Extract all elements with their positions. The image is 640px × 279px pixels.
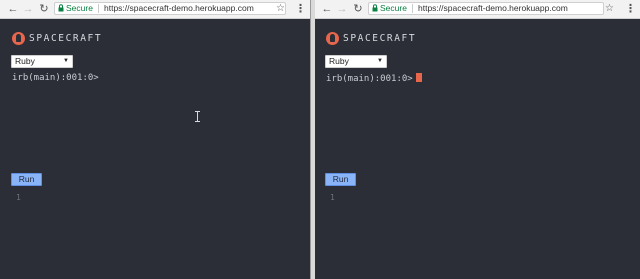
language-select[interactable]: Ruby ▼ [325, 55, 387, 68]
run-button[interactable]: Run [325, 173, 356, 186]
text-cursor-icon [195, 111, 200, 122]
reload-icon[interactable]: ↻ [37, 2, 51, 16]
output-line-number: 1 [330, 193, 335, 202]
brand-name: SPACECRAFT [29, 33, 103, 44]
forward-arrow-icon[interactable]: → [21, 2, 35, 16]
omnibox-separator [98, 4, 99, 13]
forward-arrow-icon[interactable]: → [335, 2, 349, 16]
browser-window-left: ← → ↻ Secure https://spacecraft-demo.her… [0, 0, 311, 279]
run-button[interactable]: Run [11, 173, 42, 186]
chevron-down-icon: ▼ [63, 58, 69, 64]
chevron-down-icon: ▼ [377, 58, 383, 64]
address-bar[interactable]: Secure https://spacecraft-demo.herokuapp… [54, 2, 286, 15]
output-line-number: 1 [16, 193, 21, 202]
brand-name: SPACECRAFT [343, 33, 417, 44]
back-arrow-icon[interactable]: ← [320, 2, 334, 16]
lock-icon [58, 4, 64, 12]
browser-toolbar: ← → ↻ Secure https://spacecraft-demo.her… [315, 0, 640, 19]
lock-icon [372, 4, 378, 12]
star-icon[interactable]: ☆ [605, 2, 614, 16]
reload-icon[interactable]: ↻ [351, 2, 365, 16]
back-arrow-icon[interactable]: ← [6, 2, 20, 16]
repl-prompt[interactable]: irb(main):001:0> [12, 73, 99, 83]
language-select[interactable]: Ruby ▼ [11, 55, 73, 68]
url-text: https://spacecraft-demo.herokuapp.com [104, 3, 254, 13]
address-bar[interactable]: Secure https://spacecraft-demo.herokuapp… [368, 2, 604, 15]
rocket-icon [326, 32, 339, 45]
prompt-text: irb(main):001:0> [12, 73, 99, 83]
star-icon[interactable]: ☆ [276, 2, 285, 16]
browser-window-right: ← → ↻ Secure https://spacecraft-demo.her… [315, 0, 640, 279]
browser-toolbar: ← → ↻ Secure https://spacecraft-demo.her… [0, 0, 310, 19]
kebab-menu-icon[interactable]: ⋮ [625, 2, 636, 16]
secure-label: Secure [66, 3, 93, 13]
url-text: https://spacecraft-demo.herokuapp.com [418, 3, 568, 13]
language-select-value: Ruby [15, 56, 35, 66]
rocket-icon [12, 32, 25, 45]
secure-label: Secure [380, 3, 407, 13]
kebab-menu-icon[interactable]: ⋮ [295, 2, 306, 16]
block-cursor [415, 73, 422, 82]
omnibox-separator [412, 4, 413, 13]
repl-prompt[interactable]: irb(main):001:0> [326, 73, 422, 84]
prompt-text: irb(main):001:0> [326, 74, 413, 84]
language-select-value: Ruby [329, 56, 349, 66]
